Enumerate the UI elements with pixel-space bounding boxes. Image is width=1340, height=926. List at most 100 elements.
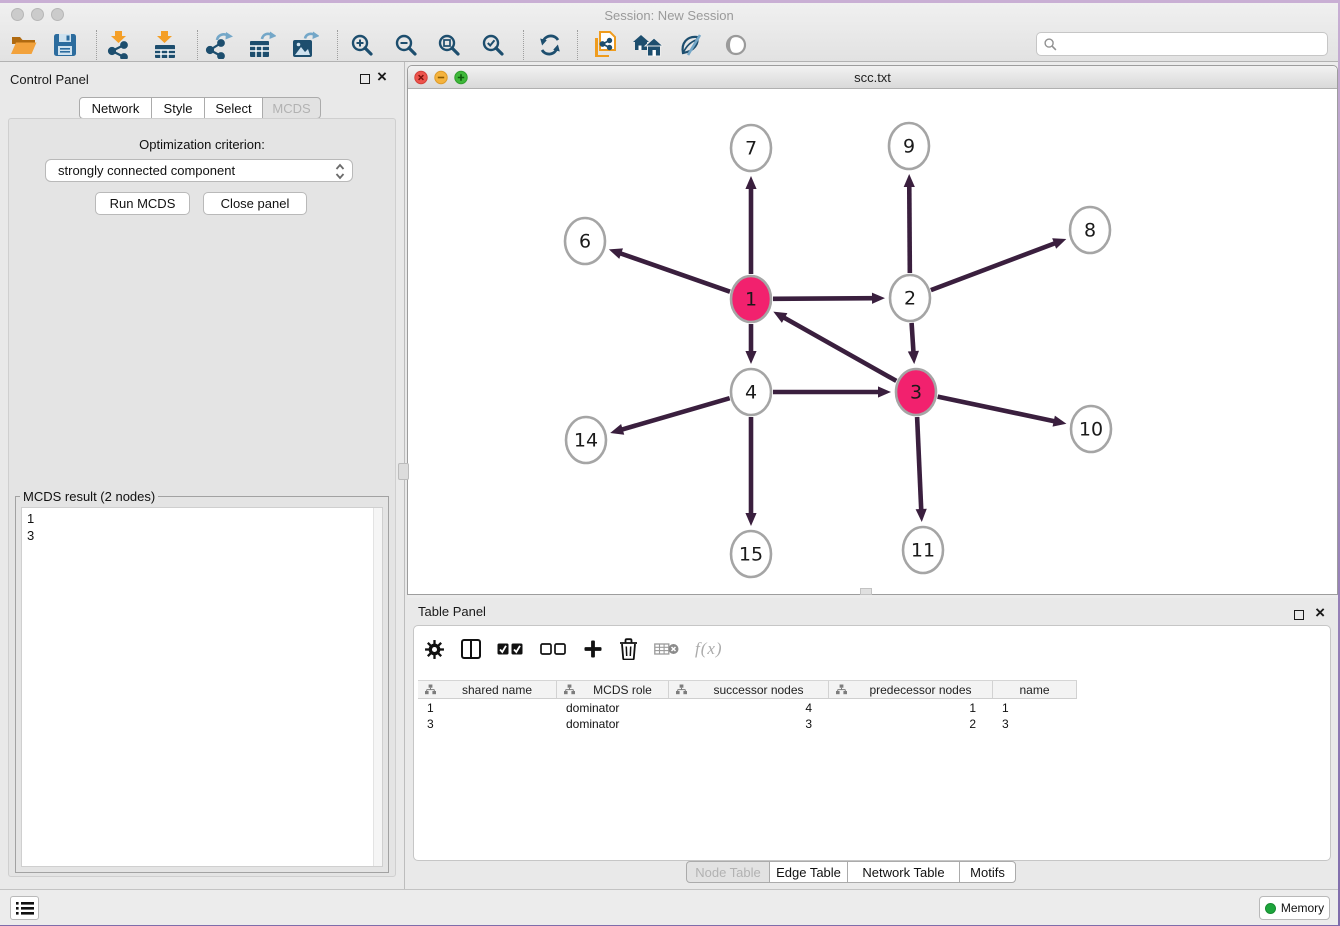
graph-node-8[interactable]: 8 (1070, 207, 1110, 253)
tab-motifs[interactable]: Motifs (959, 861, 1016, 883)
graph-node-6[interactable]: 6 (565, 218, 605, 264)
graph-node-1[interactable]: 1 (731, 276, 771, 322)
table-cell[interactable]: 3 (993, 716, 1077, 732)
node-label: 1 (745, 289, 757, 311)
open-session-button[interactable] (7, 30, 39, 60)
table-cell[interactable]: 1 (993, 700, 1077, 716)
column-header-successor-nodes[interactable]: successor nodes (669, 681, 829, 698)
home-button[interactable] (632, 30, 664, 60)
graph-edge-3-11[interactable] (916, 417, 927, 522)
zoom-selected-button[interactable] (477, 30, 509, 60)
graph-edge-2-8[interactable] (931, 238, 1066, 290)
graph-node-15[interactable]: 15 (731, 531, 771, 577)
table-cell[interactable]: 4 (669, 700, 829, 716)
node-label: 3 (910, 382, 922, 404)
toggle-graphics-details-button[interactable] (676, 30, 708, 60)
splitter-handle[interactable] (860, 588, 872, 595)
table-cell[interactable]: 3 (418, 716, 557, 732)
save-session-button[interactable] (49, 30, 81, 60)
zoom-in-button[interactable] (346, 30, 378, 60)
search-input[interactable] (1062, 37, 1327, 51)
export-table-button[interactable] (246, 30, 278, 60)
table-cell[interactable]: 1 (418, 700, 557, 716)
export-network-button[interactable] (203, 30, 235, 60)
network-window-titlebar[interactable]: scc.txt (408, 66, 1337, 89)
graph-node-10[interactable]: 10 (1071, 406, 1111, 452)
task-history-button[interactable] (10, 896, 39, 920)
show-columns-button[interactable] (497, 642, 524, 656)
table-row[interactable]: 1dominator411 (418, 700, 1328, 716)
delete-columns-button[interactable] (619, 638, 638, 660)
graph-node-14[interactable]: 14 (566, 417, 606, 463)
table-toolbar: f(x) (424, 634, 723, 664)
graph-edge-2-9[interactable] (904, 174, 915, 273)
graph-edge-1-6[interactable] (609, 248, 730, 291)
graph-node-11[interactable]: 11 (903, 527, 943, 573)
network-canvas[interactable]: 1 2 3 4 6 7 8 9 10 11 14 15 (409, 90, 1338, 593)
graph-node-3[interactable]: 3 (896, 369, 936, 415)
export-image-button[interactable] (289, 30, 321, 60)
tab-network[interactable]: Network (79, 97, 152, 119)
graph-edge-1-4[interactable] (745, 324, 756, 364)
table-cell[interactable]: 2 (829, 716, 993, 732)
criterion-dropdown[interactable]: strongly connected component (45, 159, 353, 182)
graph-edge-2-3[interactable] (908, 323, 919, 364)
run-mcds-button[interactable]: Run MCDS (95, 192, 190, 215)
search-field[interactable] (1036, 32, 1328, 56)
birds-eye-view-button[interactable] (720, 30, 752, 60)
graph-edge-1-7[interactable] (745, 176, 756, 274)
close-panel-button[interactable]: Close panel (203, 192, 307, 215)
tab-style[interactable]: Style (151, 97, 205, 119)
column-header-MCDS-role[interactable]: MCDS role (557, 681, 669, 698)
table-cell[interactable]: 3 (669, 716, 829, 732)
table-cell[interactable]: dominator (557, 700, 669, 716)
graph-node-7[interactable]: 7 (731, 125, 771, 171)
delete-table-button[interactable] (654, 641, 679, 657)
table-settings-button[interactable] (424, 639, 445, 660)
table-cell[interactable]: dominator (557, 716, 669, 732)
zoom-fit-button[interactable] (433, 30, 465, 60)
close-panel-icon[interactable]: × (377, 67, 387, 87)
column-header-name[interactable]: name (993, 681, 1077, 698)
table-cell[interactable]: 1 (829, 700, 993, 716)
tab-mcds[interactable]: MCDS (262, 97, 321, 119)
arrowhead-icon (1053, 416, 1067, 427)
float-panel-icon[interactable] (360, 74, 370, 84)
tab-edge-table[interactable]: Edge Table (769, 861, 848, 883)
column-header-predecessor-nodes[interactable]: predecessor nodes (829, 681, 993, 698)
column-header-shared-name[interactable]: shared name (418, 681, 557, 698)
tab-network-table[interactable]: Network Table (847, 861, 960, 883)
import-table-button[interactable] (149, 30, 181, 60)
refresh-network-button[interactable] (534, 30, 566, 60)
graph-node-2[interactable]: 2 (890, 275, 930, 321)
function-builder-button[interactable]: f(x) (695, 639, 723, 659)
zoom-out-button[interactable] (390, 30, 422, 60)
table-body: 1dominator4113dominator323 (418, 700, 1328, 732)
birds-eye-view-icon (724, 33, 748, 57)
node-label: 11 (911, 540, 935, 562)
graph-edge-1-2[interactable] (773, 293, 885, 304)
graph-edge-4-14[interactable] (610, 398, 730, 435)
graph-edge-4-15[interactable] (745, 417, 756, 526)
import-network-button[interactable] (103, 30, 135, 60)
mcds-result-text[interactable]: 13 (21, 507, 383, 867)
list-icon (16, 901, 34, 916)
duplicate-network-button[interactable] (589, 30, 621, 60)
graph-edge-3-1[interactable] (773, 312, 896, 381)
column-browser-button[interactable] (461, 639, 481, 659)
scrollbar[interactable] (373, 508, 382, 866)
graph-node-4[interactable]: 4 (731, 369, 771, 415)
tab-select[interactable]: Select (204, 97, 263, 119)
tab-node-table[interactable]: Node Table (686, 861, 770, 883)
houses-icon (633, 33, 663, 57)
memory-button[interactable]: Memory (1259, 896, 1330, 920)
graph-edge-4-3[interactable] (773, 386, 891, 397)
table-row[interactable]: 3dominator323 (418, 716, 1328, 732)
graph-edge-3-10[interactable] (938, 397, 1067, 427)
create-column-button[interactable] (583, 639, 603, 659)
hide-columns-button[interactable] (540, 642, 567, 656)
close-panel-icon[interactable]: × (1315, 603, 1325, 623)
graph-node-9[interactable]: 9 (889, 123, 929, 169)
splitter-handle[interactable] (398, 463, 409, 480)
float-panel-icon[interactable] (1294, 610, 1304, 620)
